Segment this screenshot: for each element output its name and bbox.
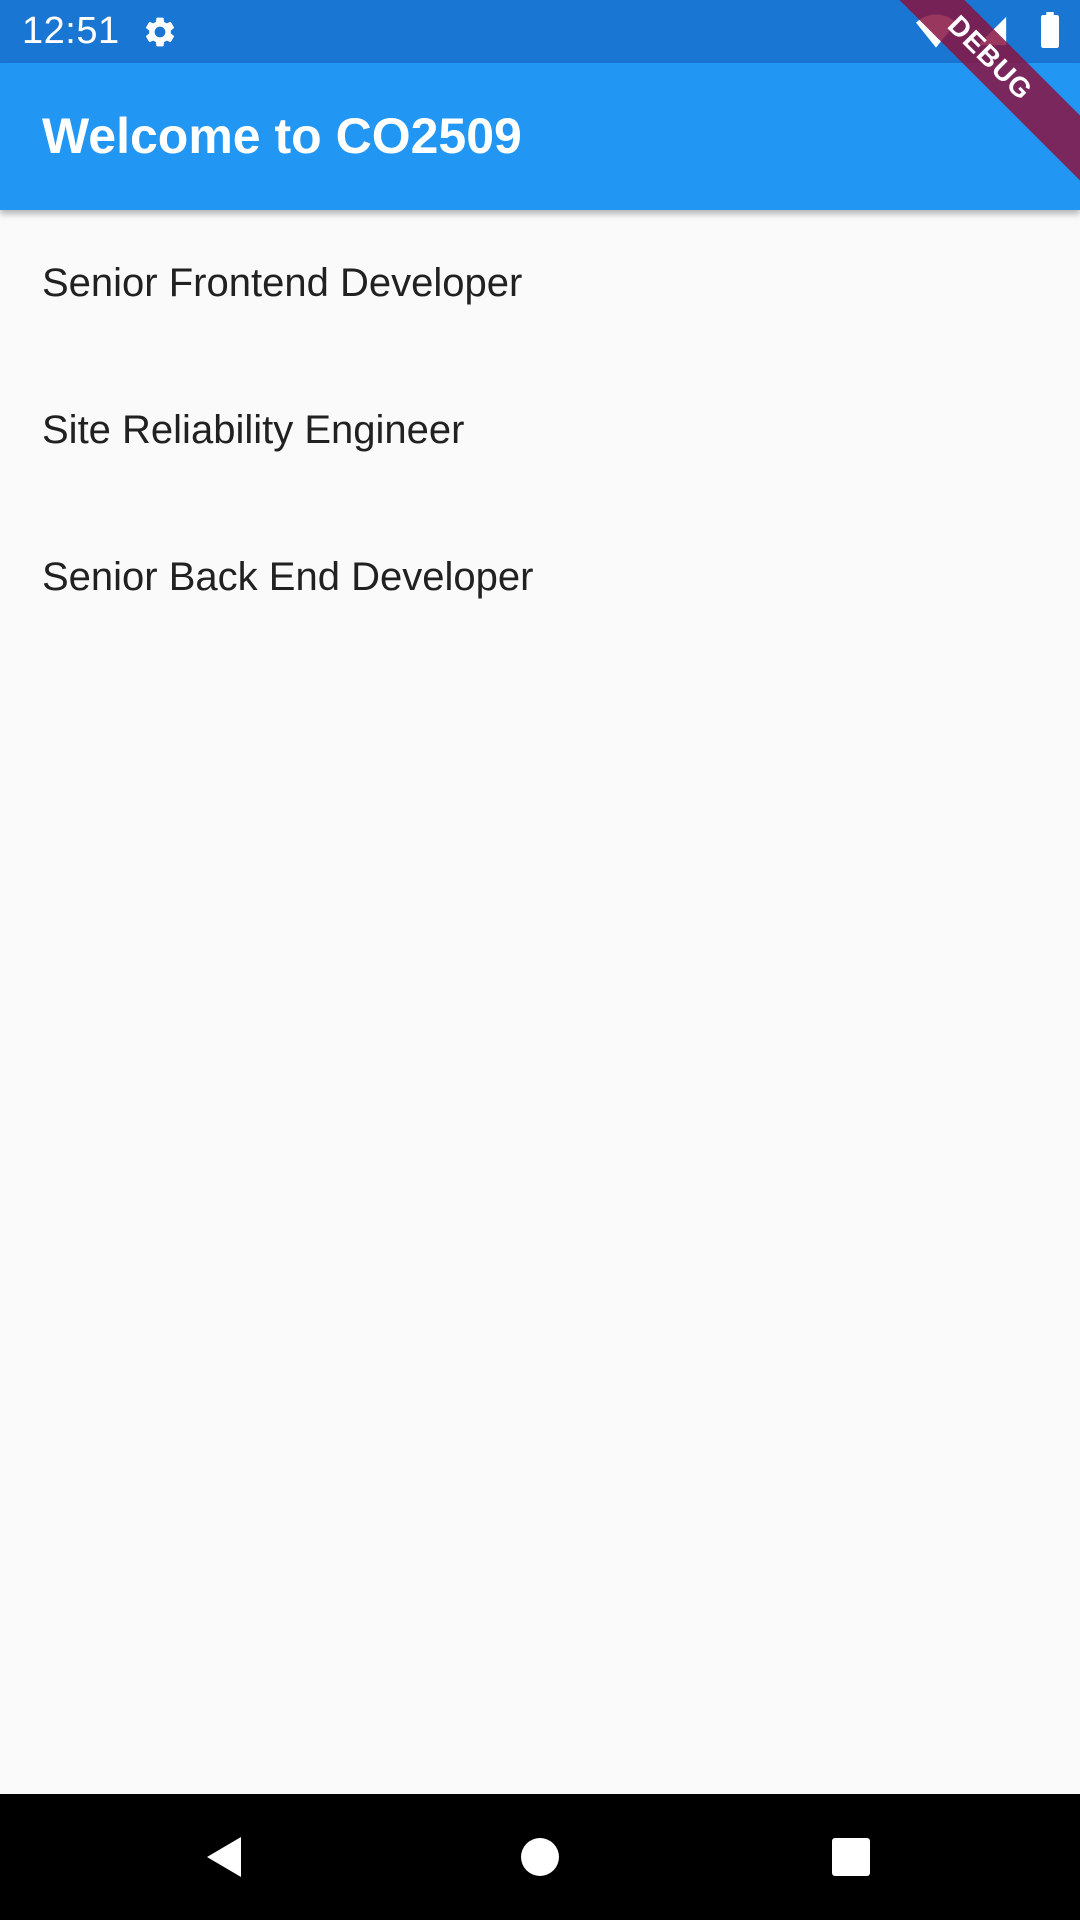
list-item[interactable]: Senior Back End Developer bbox=[0, 504, 1080, 651]
job-list: Senior Frontend Developer Site Reliabili… bbox=[0, 210, 1080, 651]
recents-icon bbox=[832, 1838, 870, 1876]
status-time: 12:51 bbox=[22, 10, 120, 52]
gear-icon bbox=[145, 17, 175, 47]
back-icon bbox=[207, 1837, 241, 1877]
list-item[interactable]: Senior Frontend Developer bbox=[0, 210, 1080, 357]
page-title: Welcome to CO2509 bbox=[42, 108, 522, 164]
battery-icon bbox=[1041, 12, 1059, 48]
list-item[interactable]: Site Reliability Engineer bbox=[0, 357, 1080, 504]
home-button[interactable] bbox=[477, 1794, 603, 1920]
app-bar: Welcome to CO2509 bbox=[0, 63, 1080, 210]
back-button[interactable] bbox=[162, 1794, 288, 1920]
navigation-bar bbox=[0, 1794, 1080, 1920]
recents-button[interactable] bbox=[788, 1794, 914, 1920]
home-icon bbox=[521, 1838, 559, 1876]
